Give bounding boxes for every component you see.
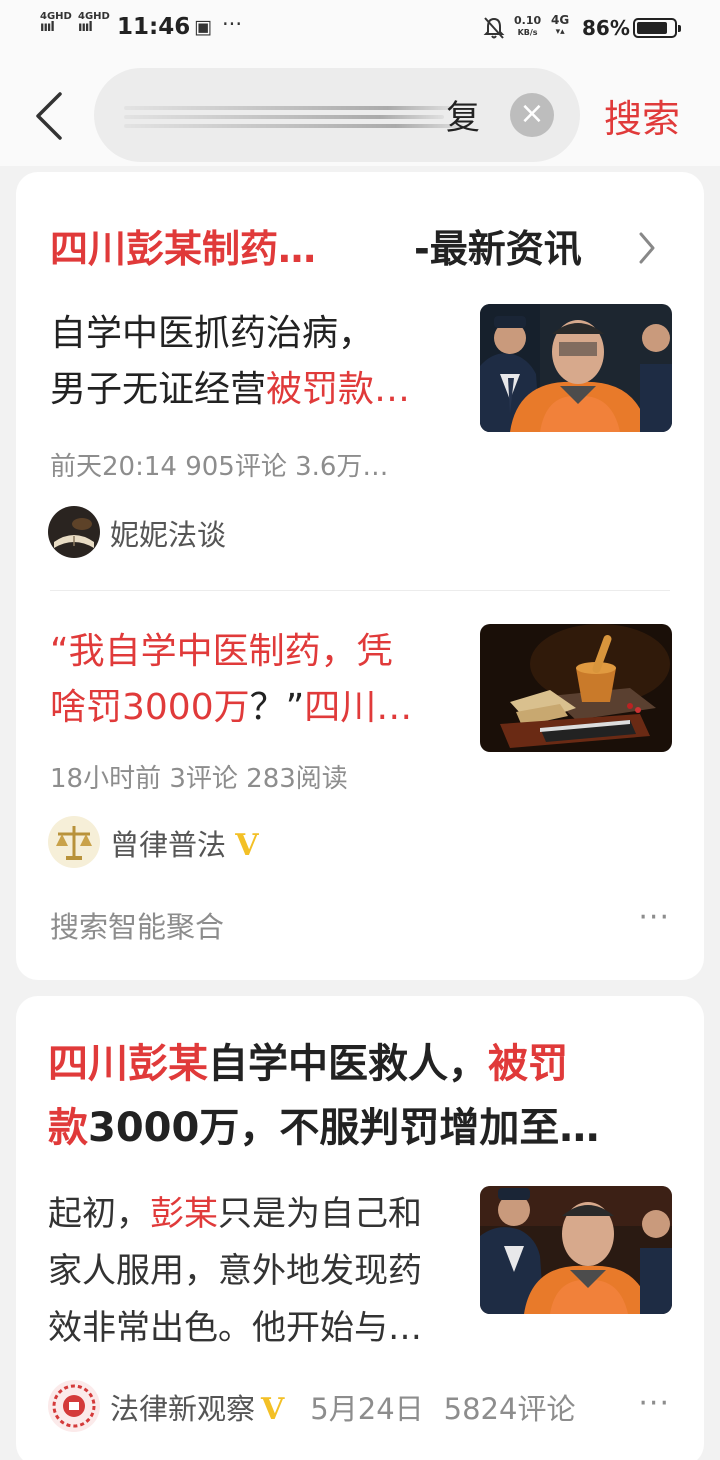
article-title: 四川彭某自学中医救人，被罚 款3000万，不服判罚增加至… xyxy=(48,1032,678,1160)
avatar[interactable] xyxy=(48,1380,100,1432)
mute-bell-icon xyxy=(483,17,505,39)
article-thumbnail xyxy=(480,1186,672,1314)
network-type-label: 4G xyxy=(551,13,570,27)
article-title-plain: ？” xyxy=(249,687,305,728)
network-speed-value: 0.10 xyxy=(514,14,542,27)
battery-percent: 86% xyxy=(582,16,630,40)
network-speed-unit: KB/s xyxy=(517,28,538,37)
back-arrow-icon[interactable] xyxy=(30,88,70,144)
aggregate-footer-label: 搜索智能聚合 xyxy=(50,910,225,944)
author-name-text: 法律新观察 xyxy=(110,1392,256,1426)
card-heading-highlight: 四川彭某制药… xyxy=(50,227,317,271)
summary-highlight: 彭某 xyxy=(150,1194,218,1234)
divider xyxy=(50,590,670,591)
article-title-highlight: 四川… xyxy=(304,687,413,728)
article-meta: 18小时前 3评论 283阅读 xyxy=(50,764,348,794)
battery-fill xyxy=(637,22,668,34)
article-summary: 起初，彭某只是为自己和 家人服用，意外地发现药 效非常出色。他开始与… xyxy=(48,1186,468,1357)
article-title-line: 男子无证经营被罚款… xyxy=(50,362,470,418)
article-thumbnail xyxy=(480,304,672,432)
article-title-line: 四川彭某自学中医救人，被罚 xyxy=(48,1032,678,1096)
search-input[interactable]: 复 × xyxy=(94,68,580,162)
article-summary-line: 家人服用，意外地发现药 xyxy=(48,1251,422,1291)
clear-icon[interactable]: × xyxy=(510,93,554,137)
article-date: 5月24日 xyxy=(310,1392,424,1426)
search-header: 复 × 搜索 xyxy=(0,60,720,166)
card-heading-suffix: -最新资讯 xyxy=(414,227,582,271)
verified-badge-icon: V xyxy=(261,1392,285,1427)
verified-badge-icon: V xyxy=(235,828,259,863)
article-title-highlight: 啥罚3000万 xyxy=(50,687,250,728)
article-title-highlight: 款 xyxy=(48,1105,88,1151)
author-name[interactable]: 法律新观察 V 5月24日 5824评论 xyxy=(110,1386,575,1428)
summary-plain: 只是为自己和 xyxy=(218,1194,422,1234)
article-title-plain: 自学中医救人， xyxy=(208,1041,488,1087)
battery-icon xyxy=(633,18,681,38)
status-time: 11:46 xyxy=(117,14,191,40)
comment-count: 5824评论 xyxy=(443,1392,576,1426)
summary-plain: 起初， xyxy=(48,1194,150,1234)
notification-icon: ▣ xyxy=(194,16,212,38)
article-title: 自学中医抓药治病， 男子无证经营被罚款… xyxy=(50,306,470,418)
search-button[interactable]: 搜索 xyxy=(604,88,680,143)
signal-strength-icon: 4GHD ıııl xyxy=(40,11,72,35)
article-title-plain: 3000万，不服判罚增加至… xyxy=(88,1105,600,1151)
more-notifications-icon: ··· xyxy=(222,12,243,36)
network-speed: 0.10 KB/s xyxy=(514,15,541,39)
news-article-card[interactable]: 四川彭某自学中医救人，被罚 款3000万，不服判罚增加至… 起初，彭某只是为自己… xyxy=(16,996,704,1460)
author-name-text: 曾律普法 xyxy=(110,828,227,862)
article-summary-line: 效非常出色。他开始与… xyxy=(48,1308,422,1348)
list-item[interactable]: “我自学中医制药，凭 啥罚3000万？”四川… 18小时前 3评论 283阅读 xyxy=(16,610,704,880)
chevron-right-icon[interactable] xyxy=(636,230,658,266)
article-title: “我自学中医制药，凭 啥罚3000万？”四川… xyxy=(50,624,470,736)
list-item[interactable]: 自学中医抓药治病， 男子无证经营被罚款… 前天20:14 905评论 3.6万…… xyxy=(16,290,704,590)
more-options-icon[interactable]: ··· xyxy=(638,900,670,935)
card-heading[interactable]: 四川彭某制药… xyxy=(50,218,316,273)
article-title-line: 自学中医抓药治病， xyxy=(50,313,375,354)
article-summary-line: 起初，彭某只是为自己和 xyxy=(48,1186,468,1243)
more-options-icon[interactable]: ··· xyxy=(638,1386,670,1421)
news-aggregate-card: 四川彭某制药… -最新资讯 自学中医抓药治病， 男子无证经营被罚款… 前天20:… xyxy=(16,172,704,980)
article-title-line: 啥罚3000万？”四川… xyxy=(50,680,470,736)
avatar[interactable] xyxy=(48,506,100,558)
author-name[interactable]: 妮妮法谈 xyxy=(110,512,226,554)
network-type-icon: 4G ▾▴ xyxy=(551,13,570,37)
author-name[interactable]: 曾律普法 V xyxy=(110,822,259,864)
article-title-line: “我自学中医制药，凭 xyxy=(50,631,393,672)
search-query-text: 复 xyxy=(446,98,480,138)
status-bar: 4GHD ıııl 4GHD ıııl 11:46 ▣ ··· 0.10 KB/… xyxy=(0,0,720,60)
article-title-highlight: 被罚 xyxy=(488,1041,568,1087)
article-title-line: 款3000万，不服判罚增加至… xyxy=(48,1096,678,1160)
article-thumbnail xyxy=(480,624,672,752)
article-title-highlight: 四川彭某 xyxy=(48,1041,208,1087)
signal-strength-icon-2: 4GHD ıııl xyxy=(78,11,110,35)
avatar[interactable] xyxy=(48,816,100,868)
article-meta: 前天20:14 905评论 3.6万… xyxy=(50,452,389,482)
article-title-highlight: 被罚款… xyxy=(266,369,411,410)
article-title-plain: 男子无证经营 xyxy=(50,369,267,410)
